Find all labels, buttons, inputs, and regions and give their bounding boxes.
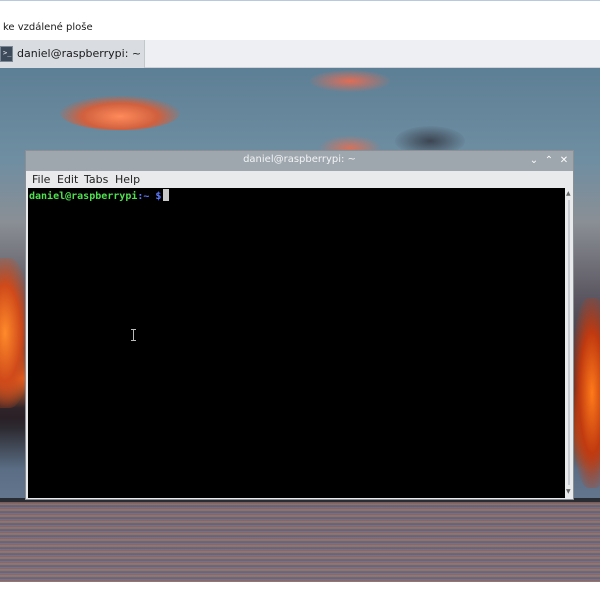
remote-desktop-title: ke vzdálené ploše: [3, 22, 93, 33]
terminal-cursor: [163, 189, 170, 201]
taskbar: >_ daniel@raspberrypi: ~: [0, 40, 600, 68]
taskbar-terminal-button[interactable]: >_ daniel@raspberrypi: ~: [0, 40, 145, 68]
text-cursor-icon: [131, 329, 137, 341]
terminal-title: daniel@raspberrypi: ~: [243, 154, 356, 165]
scroll-up-icon[interactable]: ▲: [566, 190, 571, 197]
wallpaper-sea: [0, 502, 600, 582]
prompt-user-host: daniel@raspberrypi: [29, 191, 138, 202]
terminal-menubar: File Edit Tabs Help: [26, 171, 573, 188]
menu-file[interactable]: File: [32, 173, 50, 186]
terminal-titlebar[interactable]: daniel@raspberrypi: ~ ⌄ ⌃ ✕: [26, 151, 573, 171]
menu-edit[interactable]: Edit: [57, 173, 78, 186]
prompt-path: :~ $: [137, 191, 162, 202]
terminal-scrollbar[interactable]: ▲ ▼: [565, 188, 573, 498]
terminal-window[interactable]: daniel@raspberrypi: ~ ⌄ ⌃ ✕ File Edit Ta…: [25, 150, 574, 500]
menu-tabs[interactable]: Tabs: [84, 173, 108, 186]
wallpaper-cloud: [60, 96, 180, 130]
wallpaper-cloud: [310, 70, 390, 92]
taskbar-terminal-label: daniel@raspberrypi: ~: [17, 47, 142, 60]
bottom-strip: [0, 582, 600, 600]
shell-prompt: daniel@raspberrypi:~ $: [29, 189, 170, 202]
scrollbar-track[interactable]: [568, 200, 570, 485]
terminal-output-area[interactable]: daniel@raspberrypi:~ $: [28, 188, 565, 498]
close-icon[interactable]: ✕: [558, 154, 570, 167]
maximize-icon[interactable]: ⌃: [543, 154, 555, 167]
minimize-icon[interactable]: ⌄: [528, 154, 540, 167]
wallpaper-sunset-glow: [572, 298, 600, 488]
scroll-down-icon[interactable]: ▼: [566, 488, 571, 495]
terminal-icon: >_: [0, 46, 13, 62]
remote-desktop-titlebar: ke vzdálené ploše: [0, 0, 600, 40]
menu-help[interactable]: Help: [115, 173, 140, 186]
